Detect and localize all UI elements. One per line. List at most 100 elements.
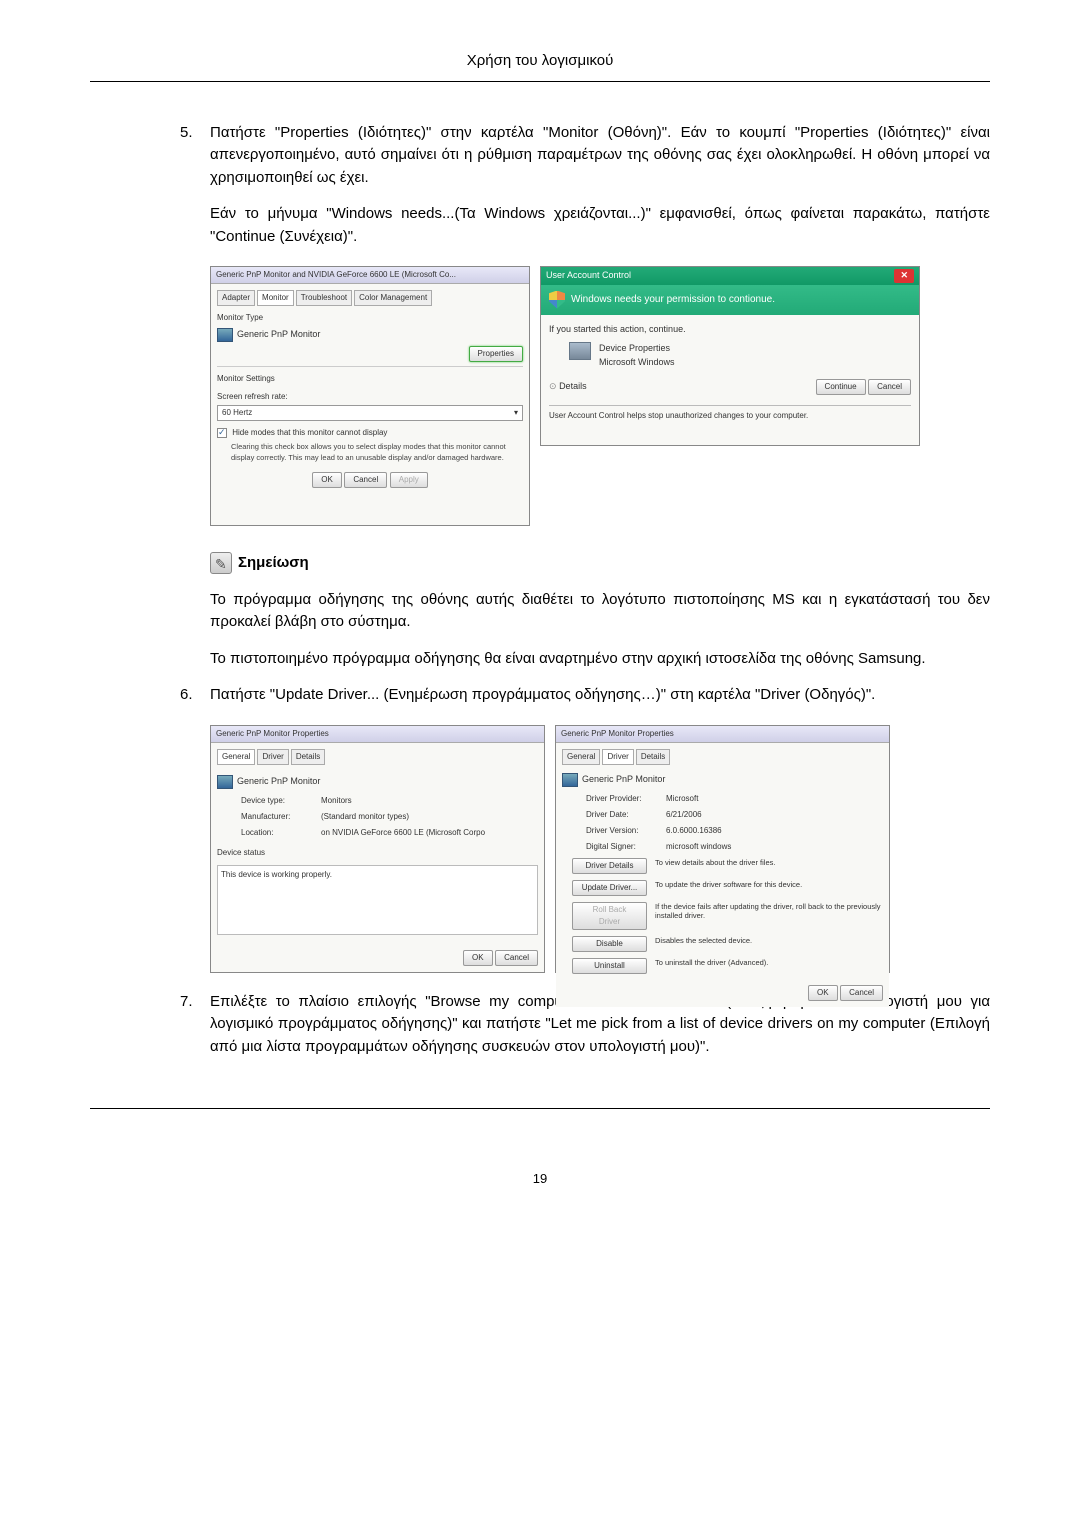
monitor-icon: [217, 328, 233, 342]
manufacturer-label: Manufacturer:: [241, 811, 321, 823]
item-number: 6.: [180, 684, 210, 707]
cancel-button[interactable]: Cancel: [840, 985, 883, 1001]
window-titlebar: Generic PnP Monitor Properties: [556, 726, 889, 743]
tab-adapter[interactable]: Adapter: [217, 290, 255, 306]
disable-desc: Disables the selected device.: [655, 936, 752, 945]
uninstall-desc: To uninstall the driver (Advanced).: [655, 958, 768, 967]
ok-button[interactable]: OK: [808, 985, 838, 1001]
device-properties-label: Device Properties: [599, 342, 675, 356]
list-item-5: 5. Πατήστε "Properties (Ιδιότητες)" στην…: [180, 122, 990, 249]
ok-button[interactable]: OK: [312, 472, 342, 488]
monitor-name: Generic PnP Monitor: [582, 773, 665, 787]
tab-general[interactable]: General: [562, 749, 600, 765]
footer-rule: [90, 1108, 990, 1109]
device-type-value: Monitors: [321, 795, 352, 807]
version-value: 6.0.6000.16386: [666, 825, 722, 837]
disable-button[interactable]: Disable: [572, 936, 647, 952]
window-titlebar: Generic PnP Monitor and NVIDIA GeForce 6…: [211, 267, 529, 284]
properties-button[interactable]: Properties: [469, 346, 523, 362]
page-header: Χρήση του λογισμικού: [90, 50, 990, 73]
signer-label: Digital Signer:: [586, 841, 666, 853]
tab-troubleshoot[interactable]: Troubleshoot: [296, 290, 352, 306]
refresh-value: 60 Hertz: [222, 407, 252, 419]
item-number: 5.: [180, 122, 210, 249]
item5-p2: Εάν το μήνυμα "Windows needs...(Τα Windo…: [210, 203, 990, 248]
refresh-label: Screen refresh rate:: [217, 391, 523, 403]
close-icon[interactable]: ✕: [894, 269, 914, 283]
chevron-down-icon[interactable]: ⊙: [549, 381, 557, 391]
note-title: Σημείωση: [238, 552, 309, 575]
screenshot-uac: User Account Control ✕ Windows needs you…: [540, 266, 920, 446]
shield-icon: [549, 291, 565, 309]
uac-titlebar: User Account Control ✕: [541, 267, 919, 285]
monitor-type-label: Monitor Type: [217, 312, 523, 324]
monitor-icon: [562, 773, 578, 787]
uac-banner: Windows needs your permission to contion…: [541, 285, 919, 315]
header-rule: [90, 81, 990, 82]
monitor-name: Generic PnP Monitor: [237, 775, 320, 789]
rollback-desc: If the device fails after updating the d…: [655, 902, 883, 920]
tab-driver[interactable]: Driver: [257, 749, 288, 765]
cancel-button[interactable]: Cancel: [495, 950, 538, 966]
hide-modes-checkbox[interactable]: [217, 428, 227, 438]
apply-button[interactable]: Apply: [390, 472, 428, 488]
date-label: Driver Date:: [586, 809, 666, 821]
window-body: Adapter Monitor Troubleshoot Color Manag…: [211, 284, 529, 525]
screenshot-props-driver: Generic PnP Monitor Properties General D…: [555, 725, 890, 973]
location-label: Location:: [241, 827, 321, 839]
provider-value: Microsoft: [666, 793, 698, 805]
version-label: Driver Version:: [586, 825, 666, 837]
page-number: 19: [90, 1169, 990, 1189]
tab-monitor[interactable]: Monitor: [257, 290, 294, 306]
manufacturer-value: (Standard monitor types): [321, 811, 409, 823]
hide-modes-desc: Clearing this check box allows you to se…: [231, 441, 523, 464]
screenshot-props-general: Generic PnP Monitor Properties General D…: [210, 725, 545, 973]
note-header: Σημείωση: [210, 552, 990, 575]
uninstall-button[interactable]: Uninstall: [572, 958, 647, 974]
device-type-label: Device type:: [241, 795, 321, 807]
device-icon: [569, 342, 591, 360]
signer-value: microsoft windows: [666, 841, 731, 853]
list-item-6: 6. Πατήστε "Update Driver... (Ενημέρωση …: [180, 684, 990, 707]
update-driver-button[interactable]: Update Driver...: [572, 880, 647, 896]
monitor-name: Generic PnP Monitor: [237, 328, 320, 342]
ok-button[interactable]: OK: [463, 950, 493, 966]
device-status-label: Device status: [217, 847, 538, 859]
details-label[interactable]: Details: [559, 381, 587, 391]
screenshots-row-1: Generic PnP Monitor and NVIDIA GeForce 6…: [180, 266, 990, 526]
refresh-dropdown[interactable]: 60 Hertz ▾: [217, 405, 523, 421]
content-area: 5. Πατήστε "Properties (Ιδιότητες)" στην…: [90, 122, 990, 1059]
provider-label: Driver Provider:: [586, 793, 666, 805]
note-p1: Το πρόγραμμα οδήγησης της οθόνης αυτής δ…: [180, 589, 990, 634]
screenshot-monitor-props: Generic PnP Monitor and NVIDIA GeForce 6…: [210, 266, 530, 526]
monitor-settings-label: Monitor Settings: [217, 373, 523, 385]
window-body: General Driver Details Generic PnP Monit…: [211, 743, 544, 972]
uac-body: If you started this action, continue. De…: [541, 315, 919, 446]
driver-details-button[interactable]: Driver Details: [572, 858, 647, 874]
item5-p1: Πατήστε "Properties (Ιδιότητες)" στην κα…: [210, 124, 990, 186]
tab-details[interactable]: Details: [636, 749, 670, 765]
tab-driver[interactable]: Driver: [602, 749, 633, 765]
chevron-down-icon: ▾: [514, 407, 518, 419]
tab-strip: General Driver Details: [562, 749, 883, 765]
tab-strip: General Driver Details: [217, 749, 538, 765]
continue-button[interactable]: Continue: [816, 379, 866, 395]
monitor-icon: [217, 775, 233, 789]
update-driver-desc: To update the driver software for this d…: [655, 880, 802, 889]
tab-color[interactable]: Color Management: [354, 290, 432, 306]
item-text: Πατήστε "Update Driver... (Ενημέρωση προ…: [210, 684, 990, 707]
rollback-button[interactable]: Roll Back Driver: [572, 902, 647, 930]
location-value: on NVIDIA GeForce 6600 LE (Microsoft Cor…: [321, 827, 485, 839]
cancel-button[interactable]: Cancel: [344, 472, 387, 488]
item-text: Πατήστε "Properties (Ιδιότητες)" στην κα…: [210, 122, 990, 249]
tab-general[interactable]: General: [217, 749, 255, 765]
uac-footer: User Account Control helps stop unauthor…: [549, 405, 911, 422]
ms-windows-label: Microsoft Windows: [599, 356, 675, 370]
device-status-box: This device is working properly.: [217, 865, 538, 935]
cancel-button[interactable]: Cancel: [868, 379, 911, 395]
driver-details-desc: To view details about the driver files.: [655, 858, 775, 867]
date-value: 6/21/2006: [666, 809, 702, 821]
tab-details[interactable]: Details: [291, 749, 325, 765]
uac-title-text: User Account Control: [546, 269, 631, 283]
window-titlebar: Generic PnP Monitor Properties: [211, 726, 544, 743]
